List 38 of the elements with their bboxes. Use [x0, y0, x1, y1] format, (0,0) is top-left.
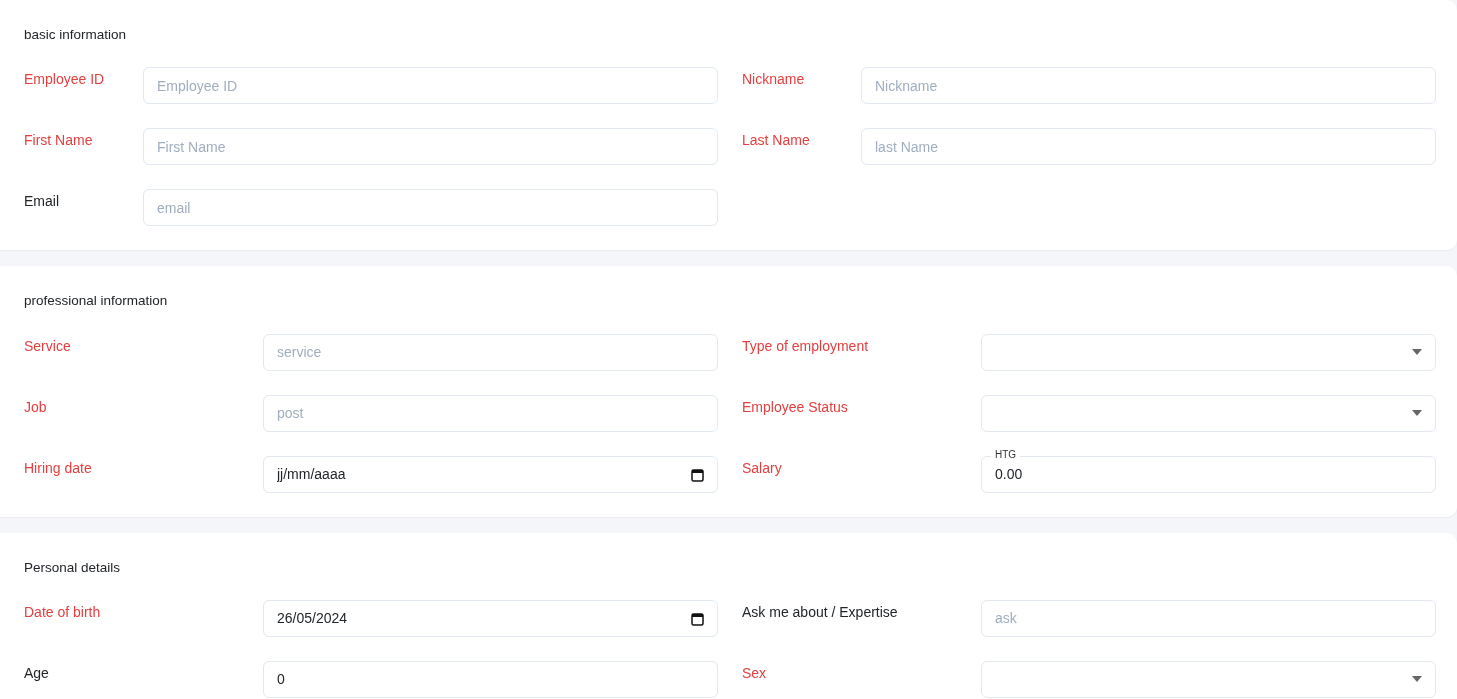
- calendar-icon: [691, 467, 704, 482]
- dropdown-field[interactable]: [981, 660, 1436, 698]
- field-label: Employee ID: [24, 70, 106, 90]
- field-label: Job: [24, 397, 48, 417]
- field-label: Last Name: [742, 131, 811, 151]
- field-label: First Name: [24, 131, 94, 151]
- date-field[interactable]: jj/mm/aaaa: [263, 455, 718, 493]
- field-label: Date of birth: [24, 602, 102, 622]
- section-title: Personal details: [24, 558, 121, 577]
- dropdown-field[interactable]: [981, 333, 1436, 371]
- field-label: Employee Status: [742, 397, 849, 417]
- input-field[interactable]: last Name: [861, 128, 1436, 166]
- date-field[interactable]: 26/05/2024: [263, 599, 718, 637]
- field-label: Hiring date: [24, 458, 93, 478]
- input-field[interactable]: ask: [981, 599, 1436, 637]
- input-field[interactable]: Employee ID: [143, 67, 718, 105]
- input-field[interactable]: Nickname: [861, 67, 1436, 105]
- field-label: Age: [24, 663, 50, 683]
- input-field[interactable]: email: [143, 189, 718, 227]
- caret-icon: [1412, 349, 1422, 355]
- field-label: Email: [24, 192, 60, 212]
- field-label: Sex: [742, 663, 768, 683]
- field-label: Ask me about / Expertise: [742, 602, 899, 622]
- input-field[interactable]: 0: [263, 660, 718, 698]
- field-label: Salary: [742, 458, 783, 478]
- section-title: professional information: [24, 292, 168, 311]
- field-label: Type of employment: [742, 336, 870, 356]
- section-title: basic information: [24, 26, 127, 44]
- input-field[interactable]: First Name: [143, 128, 718, 166]
- caret-icon: [1412, 676, 1422, 683]
- calendar-icon: [691, 611, 704, 626]
- caret-icon: [1412, 410, 1422, 416]
- field-label: Service: [24, 336, 72, 356]
- input-field[interactable]: post: [263, 394, 718, 432]
- input-field[interactable]: service: [263, 333, 718, 371]
- currency-label: HTG: [991, 448, 1021, 461]
- field-label: Nickname: [742, 70, 806, 90]
- dropdown-field[interactable]: [981, 394, 1436, 432]
